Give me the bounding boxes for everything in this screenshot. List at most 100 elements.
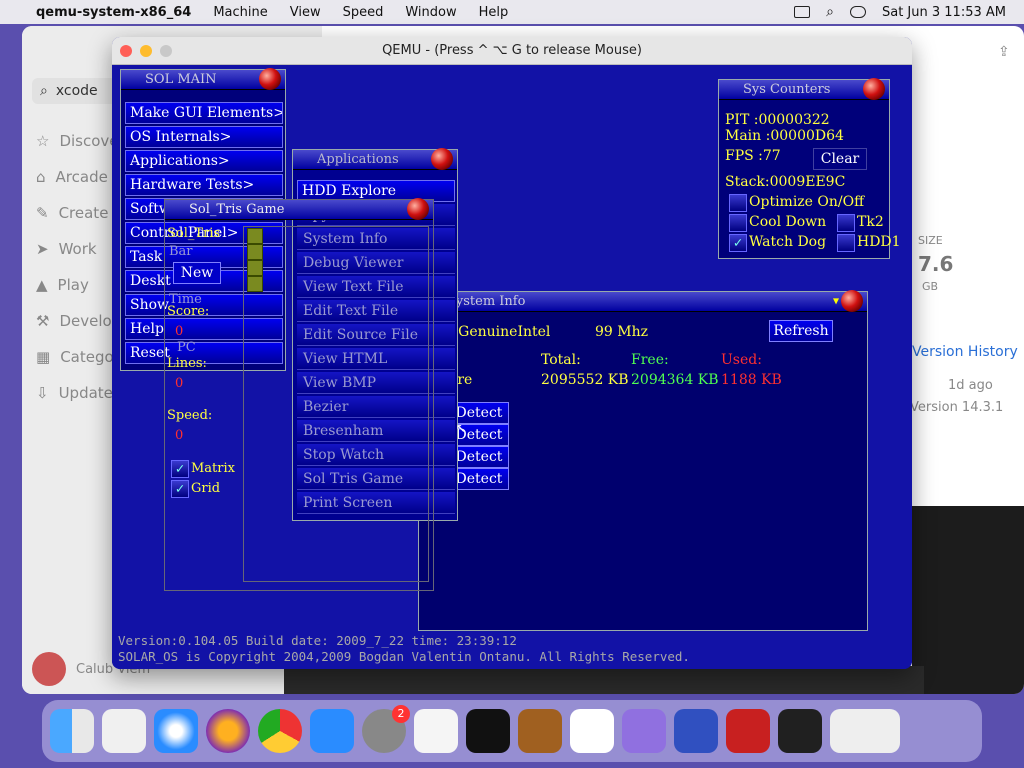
free-header: Free:: [631, 352, 669, 368]
window-title[interactable]: System Info: [419, 292, 867, 312]
trash-icon[interactable]: [908, 709, 952, 753]
dropdown-icon[interactable]: ▼: [833, 296, 839, 307]
clock[interactable]: Sat Jun 3 11:53 AM: [882, 5, 1006, 20]
hammer-icon: ⚒: [36, 312, 50, 330]
terminal-icon[interactable]: [466, 709, 510, 753]
game-playfield[interactable]: [243, 226, 429, 582]
speed-value: 0: [175, 428, 184, 443]
optimize-checkbox[interactable]: [729, 194, 747, 212]
zoom-icon[interactable]: [160, 45, 172, 57]
size-unit: GB: [922, 280, 939, 293]
avatar: [32, 652, 66, 686]
screenshot-thumbnails[interactable]: [284, 666, 924, 694]
hdd1-checkbox[interactable]: [837, 234, 855, 252]
close-icon[interactable]: [120, 45, 132, 57]
sidebar-label: Play: [57, 276, 89, 294]
emulator-screen[interactable]: SOL MAIN Make GUI Elements> OS Internals…: [112, 65, 912, 669]
garageband-icon[interactable]: [518, 709, 562, 753]
spotlight-icon[interactable]: ⌕: [826, 4, 834, 20]
bar-label: Bar: [169, 244, 193, 259]
sidebar-label: Arcade: [55, 168, 108, 186]
sol-tris-window: Sol_Tris Game Sol_Tris Bar New Time Scor…: [164, 198, 434, 591]
vscode-icon[interactable]: [570, 709, 614, 753]
firefox-icon[interactable]: [206, 709, 250, 753]
score-label: Score:: [167, 304, 210, 319]
menu-help[interactable]: Help: [479, 5, 509, 20]
size-label: SIZE: [918, 234, 943, 247]
menu-os-internals[interactable]: OS Internals>: [125, 126, 283, 148]
chrome-icon[interactable]: [258, 709, 302, 753]
sidebar-item-play[interactable]: ▲ Play: [36, 276, 89, 294]
copyright-line: SOLAR_OS is Copyright 2004,2009 Bogdan V…: [118, 649, 690, 664]
speed-label: Speed:: [167, 408, 213, 423]
watch-dog-checkbox[interactable]: ✓: [729, 234, 747, 252]
menu-hardware-tests[interactable]: Hardware Tests>: [125, 174, 283, 196]
control-center-icon[interactable]: [849, 6, 866, 18]
menu-view[interactable]: View: [290, 5, 321, 20]
cool-down-checkbox[interactable]: [729, 214, 747, 232]
close-ball-icon[interactable]: [259, 68, 281, 90]
fps-counter: FPS :77: [725, 148, 781, 164]
cool-down-label: Cool Down: [749, 214, 827, 230]
menu-applications[interactable]: Applications>: [125, 150, 283, 172]
detect-button[interactable]: Detect: [449, 446, 509, 468]
window-title[interactable]: Sol_Tris Game: [165, 200, 433, 220]
sidebar-item-work[interactable]: ➤ Work: [36, 240, 97, 258]
clear-button[interactable]: Clear: [813, 148, 867, 170]
cpu-vendor: : GenuineIntel: [449, 324, 551, 340]
version-history-link[interactable]: Version History: [912, 344, 1018, 360]
version-number: Version 14.3.1: [910, 400, 1004, 415]
menu-make-gui[interactable]: Make GUI Elements>: [125, 102, 283, 124]
launchpad-icon[interactable]: [102, 709, 146, 753]
hdd1-label: HDD1: [857, 234, 901, 250]
detect-button[interactable]: Detect: [449, 468, 509, 490]
window-title: QEMU - (Press ^ ⌥ G to release Mouse): [382, 43, 642, 58]
qemu-window: QEMU - (Press ^ ⌥ G to release Mouse) SO…: [112, 37, 912, 669]
sidebar-label: Create: [58, 204, 109, 222]
visual-studio-icon[interactable]: [622, 709, 666, 753]
matrix-label: Matrix: [191, 461, 235, 476]
close-ball-icon[interactable]: [407, 198, 429, 220]
close-ball-icon[interactable]: [863, 78, 885, 100]
menu-machine[interactable]: Machine: [213, 5, 267, 20]
tk2-label: Tk2: [857, 214, 884, 230]
search-icon: ⌕: [40, 83, 48, 99]
grid-label: Grid: [191, 481, 221, 496]
sidebar-item-create[interactable]: ✎ Create: [36, 204, 108, 222]
menu-window[interactable]: Window: [405, 5, 456, 20]
refresh-button[interactable]: Refresh: [769, 320, 833, 342]
solar-os-icon[interactable]: [726, 709, 770, 753]
notification-badge: 2: [392, 705, 410, 723]
total-header: Total:: [541, 352, 581, 368]
sidebar-item-arcade[interactable]: ⌂ Arcade: [36, 168, 108, 186]
menu-speed[interactable]: Speed: [343, 5, 384, 20]
matrix-checkbox[interactable]: ✓: [171, 460, 189, 478]
simulator-icon[interactable]: [674, 709, 718, 753]
system-settings-icon[interactable]: 2: [362, 705, 410, 753]
sys-counters-window: Sys Counters PIT :00000322 Main :00000D6…: [718, 78, 901, 259]
screen-mirror-icon[interactable]: [794, 6, 811, 18]
new-game-button[interactable]: New: [173, 262, 221, 284]
app-store-icon[interactable]: [310, 709, 354, 753]
safari-icon[interactable]: [154, 709, 198, 753]
grid-checkbox[interactable]: ✓: [171, 480, 189, 498]
tk2-checkbox[interactable]: [837, 214, 855, 232]
mouse-cursor-icon: ↖: [456, 417, 466, 436]
close-ball-icon[interactable]: [431, 148, 453, 170]
close-ball-icon[interactable]: [841, 290, 863, 312]
qemu-icon[interactable]: [778, 709, 822, 753]
sidebar-item-updates[interactable]: ⇩ Updates: [36, 384, 121, 402]
menu-app-name[interactable]: qemu-system-x86_64: [36, 5, 191, 20]
dock: 2: [42, 700, 982, 762]
textedit-icon[interactable]: [414, 709, 458, 753]
paperplane-icon: ➤: [36, 240, 49, 258]
share-icon[interactable]: ⇪: [998, 44, 1010, 60]
system-info-window: System Info ▼ : GenuineIntel 99 Mhz Refr…: [418, 290, 868, 631]
screenshot-preview[interactable]: [912, 506, 1024, 694]
sidebar-item-develop[interactable]: ⚒ Develop: [36, 312, 121, 330]
finder-icon[interactable]: [50, 709, 94, 753]
downloads-stack-icon[interactable]: [830, 709, 900, 753]
minimize-icon[interactable]: [140, 45, 152, 57]
next-piece-preview: [247, 228, 265, 294]
qemu-titlebar: QEMU - (Press ^ ⌥ G to release Mouse): [112, 37, 912, 65]
